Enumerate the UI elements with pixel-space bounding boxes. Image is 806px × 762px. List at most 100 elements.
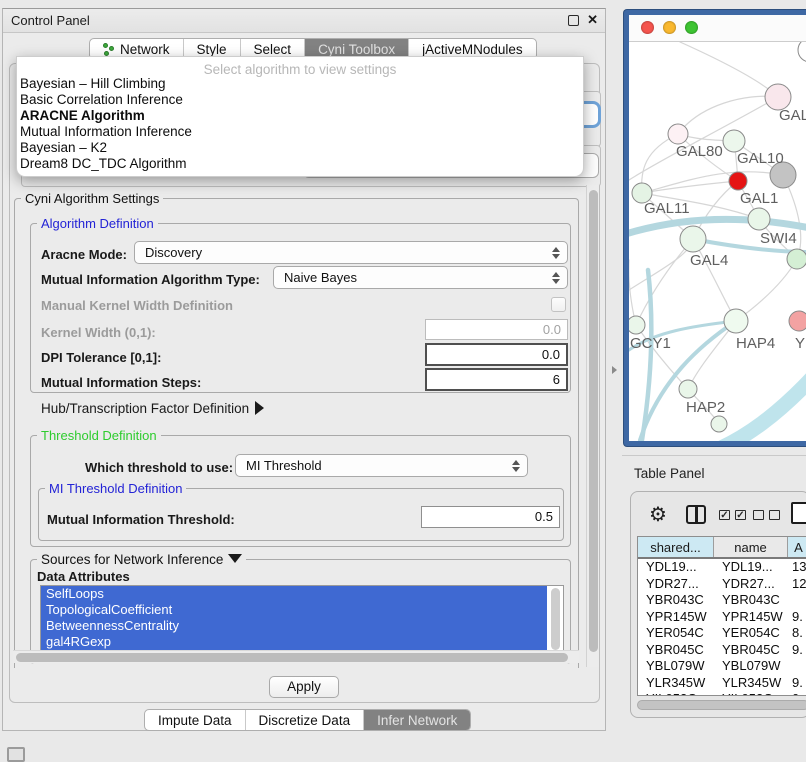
mi-steps-label: Mutual Information Steps: <box>41 375 201 390</box>
minimized-panel-icon[interactable] <box>7 747 25 762</box>
panel-divider-arrow-icon[interactable] <box>612 366 617 374</box>
select-all-checkbox-icon[interactable]: ✓ <box>735 510 746 520</box>
export-table-icon[interactable] <box>791 502 806 524</box>
unselect-all-checkbox-icon[interactable] <box>769 510 780 520</box>
attribute-item-gal4rgexp[interactable]: gal4RGexp <box>41 634 547 650</box>
dpi-tolerance-field[interactable]: 0.0 <box>425 343 568 366</box>
network-icon <box>103 43 115 56</box>
settings-horizontal-scrollbar[interactable] <box>13 650 579 663</box>
network-node[interactable] <box>680 226 706 252</box>
network-node[interactable] <box>748 208 770 230</box>
attribute-item-selfloops[interactable]: SelfLoops <box>41 586 547 602</box>
network-node[interactable] <box>723 130 745 152</box>
network-node[interactable] <box>629 316 645 334</box>
algorithm-option-dream8[interactable]: Dream8 DC_TDC Algorithm <box>17 156 583 172</box>
table-row[interactable]: YLR345WYLR345W9. <box>638 675 806 692</box>
sources-title-label: Sources for Network Inference <box>41 552 223 567</box>
which-threshold-label: Which threshold to use: <box>85 460 233 475</box>
network-node[interactable] <box>787 249 806 269</box>
combo-arrows-icon <box>549 272 567 284</box>
network-edge[interactable] <box>712 378 806 441</box>
attribute-item-topologicalcoefficient[interactable]: TopologicalCoefficient <box>41 602 547 618</box>
network-node-label: Y <box>795 335 805 352</box>
float-window-icon[interactable] <box>568 15 579 26</box>
network-edge[interactable] <box>736 259 797 321</box>
kernel-width-field[interactable]: 0.0 <box>425 319 568 340</box>
network-canvas[interactable]: GALGAL80GAL10GAL11GAL1SWI4GAL4GCY1HAP4YH… <box>629 42 806 441</box>
network-node[interactable] <box>711 416 727 432</box>
network-node[interactable] <box>798 42 806 62</box>
table-row[interactable]: YBR043CYBR043C <box>638 592 806 609</box>
control-panel-titlebar: Control Panel ✕ <box>3 9 605 33</box>
network-node[interactable] <box>668 124 688 144</box>
column-header-shared-name[interactable]: shared... <box>638 537 714 557</box>
table-row[interactable]: YER054CYER054C8. <box>638 625 806 642</box>
network-edge[interactable] <box>629 260 636 325</box>
table-hscrollbar-thumb[interactable] <box>637 700 806 710</box>
tab-discretize-data[interactable]: Discretize Data <box>246 710 365 730</box>
network-node-label: GAL4 <box>690 252 728 269</box>
network-node[interactable] <box>729 172 747 190</box>
table-row[interactable]: YIL052CYIL052C0. <box>638 691 806 696</box>
which-threshold-combobox[interactable]: MI Threshold <box>235 454 528 477</box>
list-scrollbar-thumb[interactable] <box>551 588 560 650</box>
attribute-item-betweennesscentrality[interactable]: BetweennessCentrality <box>41 618 547 634</box>
apply-button[interactable]: Apply <box>269 676 339 698</box>
algorithm-option-aracne[interactable]: ARACNE Algorithm <box>17 108 583 124</box>
settings-vertical-scrollbar[interactable] <box>586 185 599 667</box>
network-edge[interactable] <box>678 96 778 134</box>
horizontal-scrollbar-thumb[interactable] <box>16 653 568 662</box>
vertical-scrollbar-thumb[interactable] <box>589 190 598 652</box>
algorithm-option-bayesian-k2[interactable]: Bayesian – K2 <box>17 140 583 156</box>
zoom-traffic-light[interactable] <box>685 21 698 34</box>
select-all-checkbox-icon[interactable]: ✓ <box>719 510 730 520</box>
mi-threshold-field[interactable]: 0.5 <box>421 506 560 528</box>
unselect-all-checkbox-icon[interactable] <box>753 510 764 520</box>
aracne-mode-combobox[interactable]: Discovery <box>134 241 568 264</box>
algorithm-option-basic-correlation[interactable]: Basic Correlation Inference <box>17 92 583 108</box>
table-row[interactable]: YDR27...YDR27...12 <box>638 576 806 593</box>
network-edge[interactable] <box>642 181 738 193</box>
network-node[interactable] <box>724 309 748 333</box>
data-attributes-listbox[interactable]: SelfLoops TopologicalCoefficient Between… <box>40 585 564 655</box>
control-panel-window: Control Panel ✕ Network Style Select Cyn… <box>2 8 606 731</box>
algorithm-dropdown-list: Select algorithm to view settings Bayesi… <box>16 56 584 177</box>
network-node-label: HAP2 <box>686 399 725 416</box>
gear-icon[interactable]: ⚙ <box>649 502 667 527</box>
manual-kernel-width-label: Manual Kernel Width Definition <box>41 298 233 313</box>
expander-down-icon <box>228 554 242 563</box>
network-window-titlebar <box>629 15 806 42</box>
column-header-name[interactable]: name <box>714 537 788 557</box>
network-node[interactable] <box>679 380 697 398</box>
threshold-definition-title: Threshold Definition <box>37 428 161 443</box>
table-horizontal-scrollbar[interactable] <box>637 700 806 711</box>
algorithm-option-bayesian-hill-climbing[interactable]: Bayesian – Hill Climbing <box>17 76 583 92</box>
column-header-partial[interactable]: A <box>788 537 806 557</box>
kernel-width-label: Kernel Width (0,1): <box>41 325 156 340</box>
tab-impute-data[interactable]: Impute Data <box>145 710 246 730</box>
table-row[interactable]: YDL19...YDL19...13 <box>638 559 806 576</box>
network-node-label: GAL <box>779 107 806 124</box>
manual-kernel-width-checkbox[interactable] <box>551 297 566 312</box>
hub-factor-expander[interactable]: Hub/Transcription Factor Definition <box>41 401 264 416</box>
close-icon[interactable]: ✕ <box>587 12 598 28</box>
columns-icon[interactable] <box>686 505 706 524</box>
network-node[interactable] <box>789 311 806 331</box>
dropdown-placeholder: Select algorithm to view settings <box>17 57 583 76</box>
network-edge[interactable] <box>680 42 778 97</box>
mi-steps-field[interactable]: 6 <box>425 368 568 391</box>
tab-infer-network[interactable]: Infer Network <box>364 710 470 730</box>
table-header-row: shared... name A <box>638 537 806 559</box>
table-row[interactable]: YPR145WYPR145W9. <box>638 609 806 626</box>
mi-algorithm-type-combobox[interactable]: Naive Bayes <box>273 266 568 289</box>
which-threshold-value: MI Threshold <box>236 458 509 473</box>
network-node-label: SWI4 <box>760 230 797 247</box>
sources-title[interactable]: Sources for Network Inference <box>37 552 246 567</box>
close-traffic-light[interactable] <box>641 21 654 34</box>
table-row[interactable]: YBR045CYBR045C9. <box>638 642 806 659</box>
algorithm-option-mutual-information[interactable]: Mutual Information Inference <box>17 124 583 140</box>
minimize-traffic-light[interactable] <box>663 21 676 34</box>
table-toolbar: ⚙ ✓ ✓ <box>631 498 806 532</box>
table-row[interactable]: YBL079WYBL079W <box>638 658 806 675</box>
mi-algorithm-type-value: Naive Bayes <box>274 270 549 285</box>
